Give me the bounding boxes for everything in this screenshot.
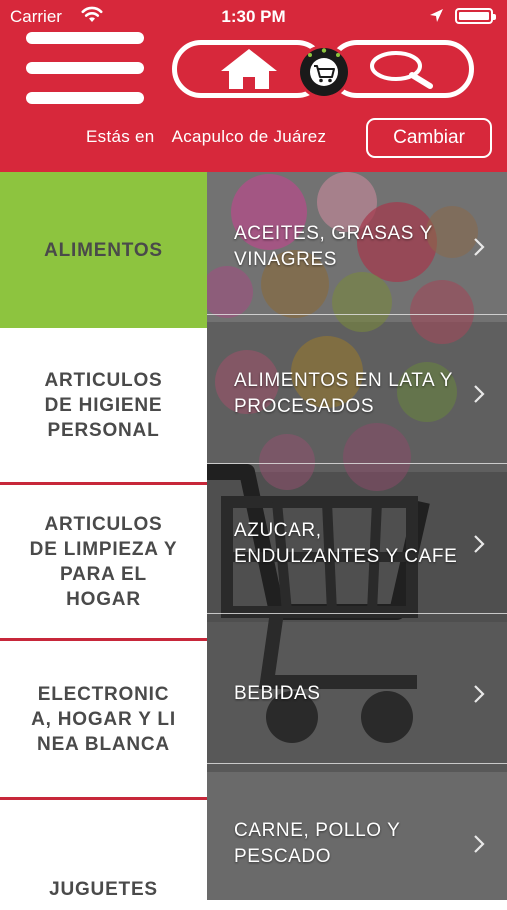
change-location-button[interactable]: Cambiar: [366, 118, 492, 158]
subcategory-label: ACEITES, GRASAS Y VINAGRES: [234, 223, 433, 270]
chevron-right-icon: [474, 385, 485, 403]
chevron-right-icon: [474, 238, 485, 256]
subcategory-label: AZUCAR, ENDULZANTES Y CAFE: [234, 520, 458, 567]
subcategory-label: ALIMENTOS EN LATA Y PROCESADOS: [234, 370, 453, 417]
app-header: Carrier 1:30 PM Estás en Acapulco de Juá…: [0, 0, 507, 172]
category-item-alimentos[interactable]: ALIMENTOS: [0, 172, 207, 328]
category-item-limpieza[interactable]: ARTICULOS DE LIMPIEZA Y PARA EL HOGAR: [0, 485, 207, 638]
category-item-juguetes[interactable]: JUGUETES: [0, 800, 207, 910]
category-label: ALIMENTOS: [44, 239, 163, 261]
cart-badge-icon: [297, 45, 351, 99]
subcategory-item[interactable]: CARNE, POLLO Y PESCADO: [207, 769, 507, 900]
subcategory-divider: [207, 314, 507, 315]
location-arrow-icon: [429, 8, 444, 28]
status-bar: Carrier 1:30 PM: [0, 0, 507, 34]
subcategory-item[interactable]: AZUCAR, ENDULZANTES Y CAFE: [207, 469, 507, 619]
subcategory-divider: [207, 613, 507, 614]
menu-icon[interactable]: [26, 32, 144, 104]
chevron-right-icon: [474, 835, 485, 853]
category-label: ARTICULOS DE LIMPIEZA Y PARA EL HOGAR: [29, 513, 178, 610]
category-label: JUGUETES: [49, 879, 158, 900]
category-item-electronica[interactable]: ELECTRONICA, HOGAR Y LINEA BLANCA: [0, 641, 207, 797]
search-icon: [370, 51, 433, 89]
subcategory-label: CARNE, POLLO Y PESCADO: [234, 820, 401, 867]
home-icon: [221, 49, 277, 89]
current-location: Estás en Acapulco de Juárez: [86, 127, 326, 147]
subcategory-list: ACEITES, GRASAS Y VINAGRES ALIMENTOS EN …: [207, 172, 507, 900]
chevron-right-icon: [474, 685, 485, 703]
subcategory-label: BEBIDAS: [234, 683, 321, 704]
category-label: ARTICULOS DE HIGIENE PERSONAL: [44, 369, 163, 441]
category-label: ELECTRONICA, HOGAR Y LINEA BLANCA: [31, 683, 176, 755]
subcategory-item[interactable]: ALIMENTOS EN LATA Y PROCESADOS: [207, 319, 507, 469]
category-list: ALIMENTOS ARTICULOS DE HIGIENE PERSONAL …: [0, 172, 207, 910]
subcategory-item[interactable]: BEBIDAS: [207, 619, 507, 769]
subcategory-divider: [207, 763, 507, 764]
location-prefix: Estás en: [86, 127, 155, 146]
chevron-right-icon: [474, 535, 485, 553]
subcategory-divider: [207, 463, 507, 464]
battery-icon: [455, 8, 496, 24]
subcategory-item[interactable]: ACEITES, GRASAS Y VINAGRES: [207, 172, 507, 322]
location-city: Acapulco de Juárez: [171, 127, 327, 146]
category-item-higiene[interactable]: ARTICULOS DE HIGIENE PERSONAL: [0, 328, 207, 482]
